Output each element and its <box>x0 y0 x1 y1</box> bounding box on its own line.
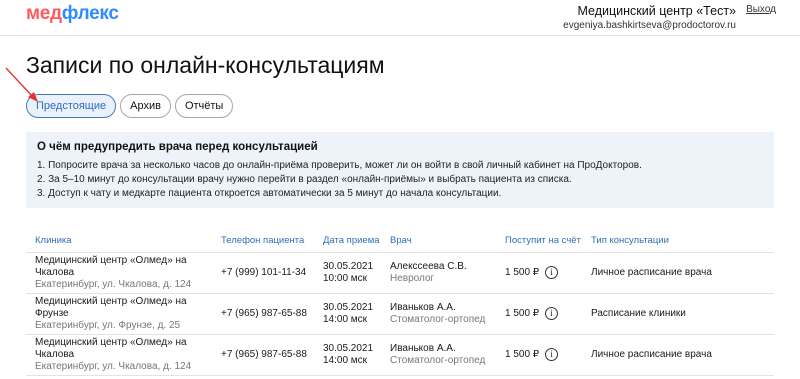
account-info: Медицинский центр «Тест» evgeniya.bashki… <box>563 4 736 31</box>
column-header-date: Дата приема <box>314 230 381 253</box>
date-value: 30.05.2021 <box>323 301 374 313</box>
clinic-address: Екатеринбург, ул. Чкалова, д. 124 <box>35 360 192 372</box>
column-header-type: Тип консультации <box>582 230 774 253</box>
clinic-cell: Медицинский центр «Олмед» на Чкалова Екат… <box>26 334 212 376</box>
type-cell: Личное расписание врача <box>582 334 774 376</box>
clinic-name: Медицинский центр «Олмед» на Чкалова <box>35 336 187 360</box>
column-header-doctor: Врач <box>381 230 496 253</box>
clinic-cell: Медицинский центр «Олмед» на Чкалова Екат… <box>26 252 212 294</box>
table-header-row: Клиника Телефон пациента Дата приема Вра… <box>26 230 774 253</box>
time-value: 14:00 мск <box>323 354 368 366</box>
date-value: 30.05.2021 <box>323 260 374 272</box>
amount-value: 1 500 ₽ <box>505 307 540 319</box>
clinic-name: Медицинский центр «Олмед» на Фрунзе <box>35 295 187 319</box>
tab-reports[interactable]: Отчёты <box>174 94 234 118</box>
doctor-specialty: Стоматолог-ортопед <box>390 354 486 366</box>
doctor-specialty: Невролог <box>390 272 435 284</box>
doctor-name: Алекссеева С.В. <box>390 260 467 272</box>
amount-cell: 1 500 ₽ i <box>496 252 582 294</box>
table-row[interactable]: Медицинский центр «Олмед» на Чкалова Екат… <box>26 252 774 294</box>
info-icon[interactable]: i <box>545 348 559 361</box>
column-header-amount: Поступит на счёт <box>496 230 582 253</box>
notice-line: 2. За 5–10 минут до консультации врачу н… <box>37 174 572 185</box>
clinic-address: Екатеринбург, ул. Фрунзе, д. 25 <box>35 319 181 331</box>
notice-line: 1. Попросите врача за несколько часов до… <box>37 160 642 171</box>
header-divider <box>0 35 800 36</box>
amount-cell: 1 500 ₽ i <box>496 293 582 335</box>
amount-value: 1 500 ₽ <box>505 266 540 278</box>
phone-cell: +7 (965) 987-65-88 <box>212 293 314 335</box>
info-icon[interactable]: i <box>545 266 559 279</box>
logout-link[interactable]: Выход <box>746 4 776 15</box>
tab-archive[interactable]: Архив <box>120 94 171 118</box>
clinic-name: Медицинский центр «Олмед» на Чкалова <box>35 254 187 278</box>
table-row[interactable]: Медицинский центр «Олмед» на Фрунзе Екате… <box>26 293 774 335</box>
phone-cell: +7 (965) 987-65-88 <box>212 334 314 376</box>
doctor-name: Иваньков А.А. <box>390 342 456 354</box>
doctor-specialty: Стоматолог-ортопед <box>390 313 486 325</box>
date-cell: 30.05.2021 14:00 мск <box>314 334 381 376</box>
logo-text-med: мед <box>26 3 62 24</box>
organization-name: Медицинский центр «Тест» <box>577 4 737 18</box>
phone-cell: +7 (999) 101-11-34 <box>212 252 314 294</box>
doctor-name: Иваньков А.А. <box>390 301 456 313</box>
type-cell: Расписание клиники <box>582 293 774 335</box>
appointments-table: Клиника Телефон пациента Дата приема Вра… <box>26 230 774 376</box>
user-email: evgeniya.bashkirtseva@prodoctorov.ru <box>563 20 736 31</box>
doctor-cell: Алекссеева С.В. Невролог <box>381 252 496 294</box>
doctor-cell: Иваньков А.А. Стоматолог-ортопед <box>381 293 496 335</box>
time-value: 14:00 мск <box>323 313 368 325</box>
column-header-phone: Телефон пациента <box>212 230 314 253</box>
notice-line: 3. Доступ к чату и медкарте пациента отк… <box>37 188 502 199</box>
time-value: 10:00 мск <box>323 272 368 284</box>
doctor-cell: Иваньков А.А. Стоматолог-ортопед <box>381 334 496 376</box>
brand-logo[interactable]: медфлекс <box>26 3 119 25</box>
clinic-address: Екатеринбург, ул. Чкалова, д. 124 <box>35 278 192 290</box>
notice-panel: О чём предупредить врача перед консульта… <box>26 132 774 208</box>
table-row[interactable]: Медицинский центр «Олмед» на Чкалова Екат… <box>26 334 774 376</box>
date-cell: 30.05.2021 10:00 мск <box>314 252 381 294</box>
type-cell: Личное расписание врача <box>582 252 774 294</box>
amount-value: 1 500 ₽ <box>505 348 540 360</box>
notice-heading: О чём предупредить врача перед консульта… <box>37 141 318 153</box>
clinic-cell: Медицинский центр «Олмед» на Фрунзе Екате… <box>26 293 212 335</box>
date-cell: 30.05.2021 14:00 мск <box>314 293 381 335</box>
logo-text-fleks: флекс <box>61 3 119 24</box>
column-header-clinic: Клиника <box>26 230 212 253</box>
date-value: 30.05.2021 <box>323 342 374 354</box>
amount-cell: 1 500 ₽ i <box>496 334 582 376</box>
info-icon[interactable]: i <box>545 307 559 320</box>
annotation-arrow-icon <box>5 67 38 102</box>
